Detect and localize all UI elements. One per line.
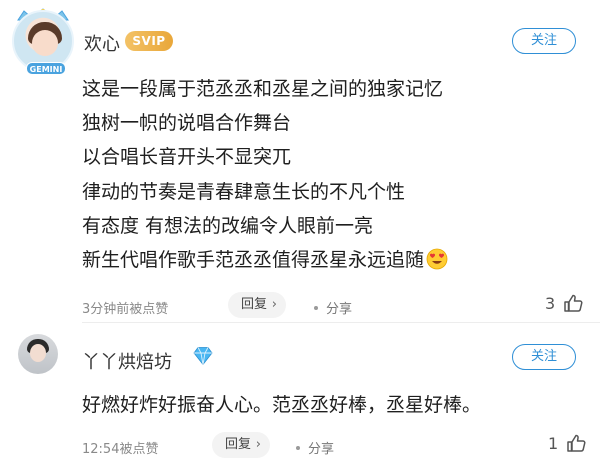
diamond-icon bbox=[193, 347, 213, 366]
share-button[interactable]: 分享 bbox=[296, 438, 334, 457]
follow-button[interactable]: 关注 bbox=[512, 28, 576, 54]
comment-card: GEMINI 欢心 SVIP 关注 这是一段属于范丞丞和丞星之间的独家记忆 独树… bbox=[0, 0, 600, 322]
like-count: 1 bbox=[548, 433, 559, 453]
svip-badge: SVIP bbox=[125, 31, 173, 51]
comment-line: 有态度 有想法的改编令人眼前一亮 bbox=[82, 214, 374, 237]
like-count: 3 bbox=[545, 293, 556, 313]
share-label: 分享 bbox=[308, 442, 335, 457]
comment-body: 好燃好炸好振奋人心。范丞丞好棒，丞星好棒。 bbox=[82, 388, 582, 422]
comment-line: 这是一段属于范丞丞和丞星之间的独家记忆 bbox=[82, 78, 444, 100]
comment-line: 独树一帜的说唱合作舞台 bbox=[82, 112, 292, 135]
share-button[interactable]: 分享 bbox=[314, 298, 352, 317]
liked-time: 12:54被点赞 bbox=[82, 442, 159, 457]
comment-body: 这是一段属于范丞丞和丞星之间的独家记忆 独树一帜的说唱合作舞台 以合唱长音开头不… bbox=[82, 72, 582, 277]
avatar[interactable]: GEMINI bbox=[12, 8, 74, 75]
zodiac-badge: GEMINI bbox=[26, 62, 66, 75]
username[interactable]: 欢心 bbox=[84, 30, 120, 56]
dot-icon bbox=[296, 446, 300, 450]
avatar[interactable] bbox=[18, 334, 58, 374]
comment-line: 新生代唱作歌手范丞丞值得丞星永远追随 bbox=[82, 249, 425, 272]
username[interactable]: 丫丫烘焙坊 bbox=[82, 348, 172, 374]
follow-button[interactable]: 关注 bbox=[512, 344, 576, 370]
comment-line: 以合唱长音开头不显突兀 bbox=[82, 146, 292, 169]
reply-button[interactable]: 回复 › bbox=[228, 292, 286, 318]
like-button[interactable]: 1 bbox=[548, 432, 587, 454]
chevron-right-icon: › bbox=[255, 437, 261, 452]
reply-label: 回复 bbox=[241, 297, 268, 312]
chevron-right-icon: › bbox=[271, 297, 277, 312]
like-button[interactable]: 3 bbox=[545, 292, 584, 314]
liked-time: 3分钟前被点赞 bbox=[82, 302, 169, 317]
reply-button[interactable]: 回复 › bbox=[212, 432, 270, 458]
share-label: 分享 bbox=[326, 302, 353, 317]
comment-line: 好燃好炸好振奋人心。范丞丞好棒，丞星好棒。 bbox=[82, 394, 482, 416]
thumbs-up-icon bbox=[564, 294, 583, 312]
comment-line: 律动的节奏是青春肆意生长的不凡个性 bbox=[82, 180, 406, 203]
heart-eyes-emoji-icon bbox=[426, 248, 448, 270]
reply-label: 回复 bbox=[225, 437, 252, 452]
thumbs-up-icon bbox=[567, 434, 586, 452]
comment-card: 丫丫烘焙坊 关注 好燃好炸好振奋人心。范丞丞好棒，丞星好棒。 12:54被点赞 … bbox=[0, 322, 600, 474]
dot-icon bbox=[314, 306, 318, 310]
